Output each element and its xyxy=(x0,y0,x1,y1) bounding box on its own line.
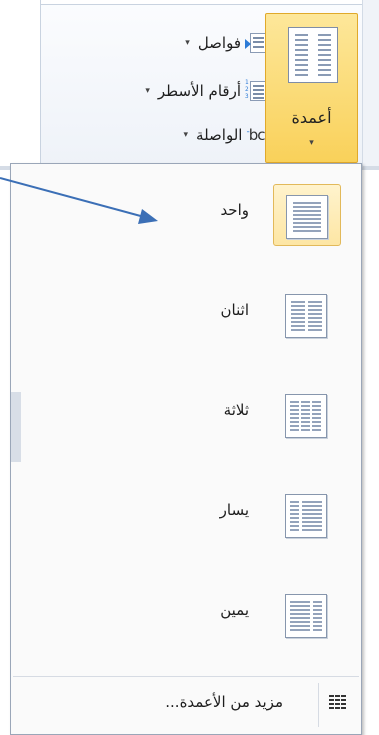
chevron-down-icon: ▾ xyxy=(183,130,189,140)
chevron-down-icon: ▾ xyxy=(309,138,314,148)
more-columns-label: مزيد من الأعمدة... xyxy=(165,693,283,711)
two-columns-icon xyxy=(285,294,327,338)
menu-item-two-columns[interactable]: اثنان xyxy=(11,268,361,360)
chevron-down-icon: ▾ xyxy=(145,86,150,96)
menu-item-label: واحد xyxy=(220,201,249,219)
left-column-icon xyxy=(285,494,327,538)
menu-item-left[interactable]: يسار xyxy=(11,468,361,560)
chevron-down-icon: ▾ xyxy=(185,38,190,48)
more-columns-icon xyxy=(329,695,347,711)
line-numbers-label: أرقام الأسطر xyxy=(157,82,241,100)
columns-dropdown-menu: واحد اثنان ثلاثة يسار يمين مزيد من الأعم… xyxy=(10,163,362,735)
ribbon-separator xyxy=(40,0,41,170)
menu-icon-separator xyxy=(318,683,319,727)
menu-item-highlight xyxy=(273,184,341,246)
columns-icon xyxy=(288,27,338,83)
menu-item-right[interactable]: يمين xyxy=(11,568,361,660)
hyphenation-label: الواصلة xyxy=(196,126,243,144)
one-column-icon xyxy=(286,195,328,239)
menu-item-three-columns[interactable]: ثلاثة xyxy=(11,368,361,460)
breaks-button[interactable]: فواصل ▾ xyxy=(185,28,269,58)
right-column-icon xyxy=(285,594,327,638)
menu-item-label: يمين xyxy=(220,601,249,619)
menu-item-label: يسار xyxy=(219,501,249,519)
menu-item-label: ثلاثة xyxy=(223,401,249,419)
line-numbers-button[interactable]: 123 أرقام الأسطر ▾ xyxy=(145,76,269,106)
hyphenation-button[interactable]: bca- الواصلة ▾ xyxy=(183,120,270,150)
menu-item-label: اثنان xyxy=(220,301,249,319)
page-layout-window: فواصل ▾ 123 أرقام الأسطر ▾ bca- الواصلة … xyxy=(0,0,379,735)
three-columns-icon xyxy=(285,394,327,438)
more-columns-item[interactable]: مزيد من الأعمدة... xyxy=(11,679,361,731)
columns-button-label: أعمدة xyxy=(291,108,332,127)
columns-button[interactable]: أعمدة ▾ xyxy=(265,13,358,163)
ribbon-right-strip xyxy=(362,0,379,170)
breaks-label: فواصل xyxy=(197,34,241,52)
ribbon-top-frame xyxy=(40,0,375,5)
menu-item-one-column[interactable]: واحد xyxy=(11,168,361,260)
menu-divider xyxy=(13,676,359,677)
ribbon: فواصل ▾ 123 أرقام الأسطر ▾ bca- الواصلة … xyxy=(0,0,379,170)
